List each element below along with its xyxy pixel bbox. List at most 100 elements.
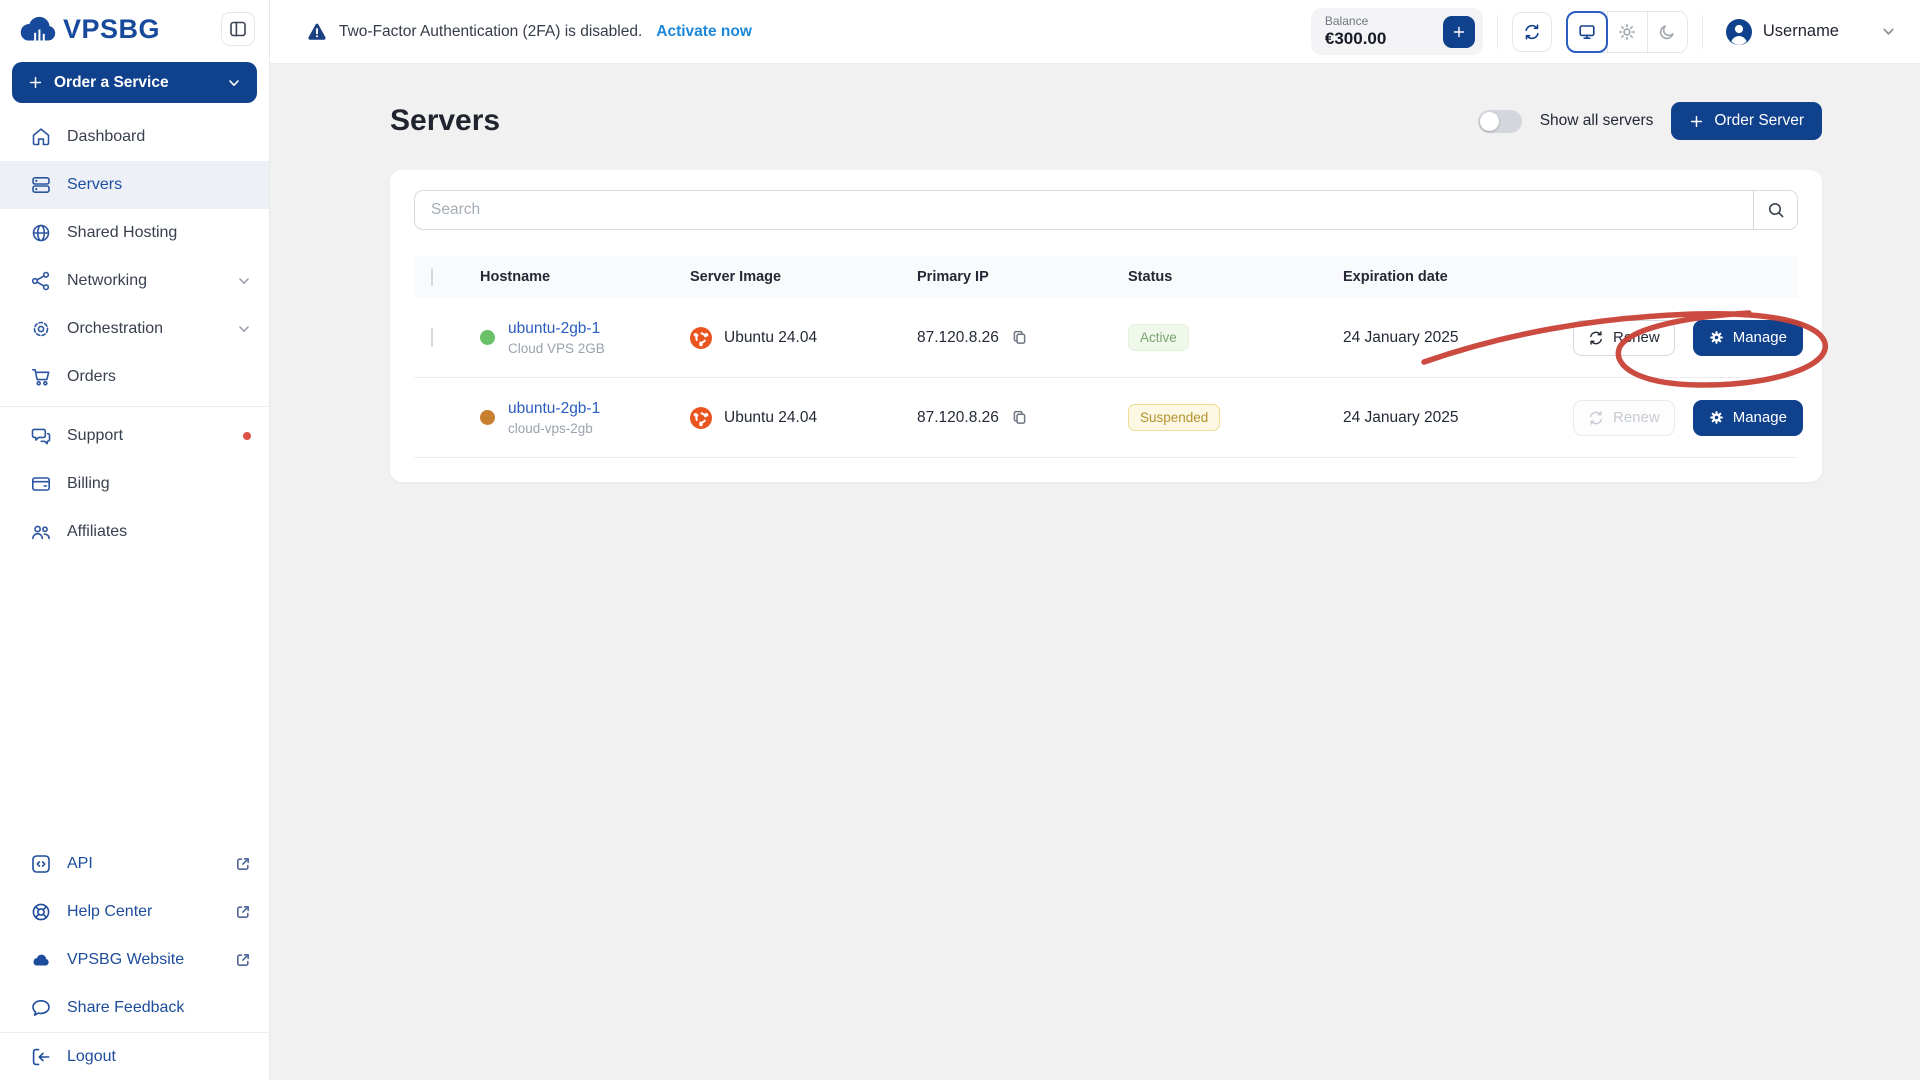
sidebar-item-label: Orders bbox=[67, 368, 116, 386]
refresh-icon bbox=[1588, 410, 1604, 426]
sidebar-item-label: VPSBG Website bbox=[67, 951, 184, 969]
brand-logo[interactable]: VPSBG bbox=[16, 13, 160, 46]
cog-icon bbox=[30, 318, 52, 340]
hostname-link[interactable]: ubuntu-2gb-1 bbox=[508, 400, 600, 418]
page-content: Servers Show all servers Order Server bbox=[270, 64, 1920, 482]
search-button[interactable] bbox=[1753, 191, 1797, 229]
page-title: Servers bbox=[390, 104, 500, 138]
sidebar-item-logout[interactable]: Logout bbox=[0, 1032, 269, 1080]
plan-label: Cloud VPS 2GB bbox=[508, 341, 605, 356]
sidebar-item-label: Share Feedback bbox=[67, 999, 184, 1017]
copy-icon bbox=[1011, 329, 1028, 346]
feedback-bubble-icon bbox=[30, 997, 52, 1019]
code-icon bbox=[30, 853, 52, 875]
server-image-label: Ubuntu 24.04 bbox=[724, 409, 817, 427]
ip-address: 87.120.8.26 bbox=[917, 409, 999, 427]
sidebar-divider bbox=[0, 406, 269, 407]
chat-bubbles-icon bbox=[30, 425, 52, 447]
renew-button[interactable]: Renew bbox=[1573, 320, 1675, 356]
cart-icon bbox=[30, 366, 52, 388]
brand-name: VPSBG bbox=[63, 14, 160, 45]
renew-label: Renew bbox=[1613, 329, 1660, 346]
hostname-link[interactable]: ubuntu-2gb-1 bbox=[508, 320, 605, 338]
sidebar-item-share-feedback[interactable]: Share Feedback bbox=[0, 984, 269, 1032]
sidebar-item-label: Affiliates bbox=[67, 523, 127, 541]
sidebar-item-servers[interactable]: Servers bbox=[0, 161, 269, 209]
theme-dark-button[interactable] bbox=[1647, 12, 1687, 52]
ubuntu-icon bbox=[690, 407, 712, 429]
hostname-cell: ubuntu-2gb-1 Cloud VPS 2GB bbox=[480, 320, 690, 356]
chevron-down-icon bbox=[227, 76, 241, 90]
toggle-knob bbox=[1480, 112, 1499, 131]
avatar-icon bbox=[1725, 18, 1753, 46]
sidebar-item-networking[interactable]: Networking bbox=[0, 257, 269, 305]
status-badge: Suspended bbox=[1128, 404, 1220, 431]
plus-icon bbox=[1689, 114, 1704, 129]
manage-button[interactable]: Manage bbox=[1693, 320, 1803, 356]
sidebar-item-billing[interactable]: Billing bbox=[0, 460, 269, 508]
search-bar bbox=[414, 190, 1798, 230]
main-area: Two-Factor Authentication (2FA) is disab… bbox=[270, 0, 1920, 1080]
sidebar-item-orchestration[interactable]: Orchestration bbox=[0, 305, 269, 353]
sidebar-header: VPSBG bbox=[0, 0, 269, 54]
server-image-label: Ubuntu 24.04 bbox=[724, 329, 817, 347]
user-menu[interactable]: Username bbox=[1725, 18, 1839, 46]
twofa-warning-text: Two-Factor Authentication (2FA) is disab… bbox=[339, 23, 642, 41]
sidebar-item-label: Support bbox=[67, 427, 123, 445]
chevron-down-icon bbox=[237, 274, 251, 288]
globe-icon bbox=[30, 222, 52, 244]
expiration-date: 24 January 2025 bbox=[1343, 409, 1573, 427]
cloud-icon bbox=[30, 949, 52, 971]
sidebar-item-label: Help Center bbox=[67, 903, 152, 921]
activate-2fa-link[interactable]: Activate now bbox=[656, 23, 752, 41]
table-row: ubuntu-2gb-1 cloud-vps-2gb Ubuntu 24.04 … bbox=[414, 378, 1798, 458]
sidebar-item-vpsbg-website[interactable]: VPSBG Website bbox=[0, 936, 269, 984]
external-link-icon bbox=[235, 952, 251, 968]
sidebar-spacer bbox=[0, 556, 269, 840]
page-header-actions: Show all servers Order Server bbox=[1478, 102, 1822, 140]
sidebar-item-affiliates[interactable]: Affiliates bbox=[0, 508, 269, 556]
chevron-down-icon[interactable] bbox=[1881, 24, 1896, 39]
order-a-service-label: Order a Service bbox=[54, 74, 169, 92]
sidebar-item-dashboard[interactable]: Dashboard bbox=[0, 113, 269, 161]
servers-icon bbox=[30, 174, 52, 196]
theme-switcher bbox=[1566, 11, 1688, 53]
sidebar-item-support[interactable]: Support bbox=[0, 412, 269, 460]
sidebar-item-api[interactable]: API bbox=[0, 840, 269, 888]
topbar: Two-Factor Authentication (2FA) is disab… bbox=[270, 0, 1920, 64]
order-a-service-button[interactable]: Order a Service bbox=[12, 62, 257, 103]
sidebar-item-label: Shared Hosting bbox=[67, 224, 177, 242]
order-server-button[interactable]: Order Server bbox=[1671, 102, 1822, 140]
show-all-servers-toggle[interactable] bbox=[1478, 110, 1522, 133]
refresh-button[interactable] bbox=[1512, 12, 1552, 52]
chevron-down-icon bbox=[237, 322, 251, 336]
server-image-cell: Ubuntu 24.04 bbox=[690, 407, 917, 429]
balance-value: €300.00 bbox=[1325, 29, 1386, 49]
collapse-sidebar-button[interactable] bbox=[221, 12, 255, 46]
hostname-cell: ubuntu-2gb-1 cloud-vps-2gb bbox=[480, 400, 690, 436]
copy-ip-button[interactable] bbox=[1011, 329, 1028, 346]
select-all-checkbox[interactable] bbox=[431, 268, 433, 286]
external-link-icon bbox=[235, 856, 251, 872]
manage-label: Manage bbox=[1733, 329, 1787, 346]
search-input[interactable] bbox=[415, 191, 1753, 229]
sidebar-item-shared-hosting[interactable]: Shared Hosting bbox=[0, 209, 269, 257]
table-row: ubuntu-2gb-1 Cloud VPS 2GB Ubuntu 24.04 … bbox=[414, 298, 1798, 378]
logout-icon bbox=[30, 1046, 52, 1068]
theme-system-button[interactable] bbox=[1566, 11, 1608, 53]
warning-icon bbox=[306, 21, 328, 43]
sidebar-item-orders[interactable]: Orders bbox=[0, 353, 269, 401]
renew-label: Renew bbox=[1613, 409, 1660, 426]
manage-button[interactable]: Manage bbox=[1693, 400, 1803, 436]
add-funds-button[interactable] bbox=[1443, 16, 1475, 48]
ip-address: 87.120.8.26 bbox=[917, 329, 999, 347]
username-label: Username bbox=[1763, 22, 1839, 41]
primary-ip-cell: 87.120.8.26 bbox=[917, 329, 1128, 347]
refresh-icon bbox=[1523, 23, 1541, 41]
column-header-primary-ip: Primary IP bbox=[917, 269, 1128, 285]
wallet-icon bbox=[30, 473, 52, 495]
theme-light-button[interactable] bbox=[1607, 12, 1647, 52]
copy-ip-button[interactable] bbox=[1011, 409, 1028, 426]
row-checkbox[interactable] bbox=[431, 328, 433, 347]
sidebar-item-help-center[interactable]: Help Center bbox=[0, 888, 269, 936]
